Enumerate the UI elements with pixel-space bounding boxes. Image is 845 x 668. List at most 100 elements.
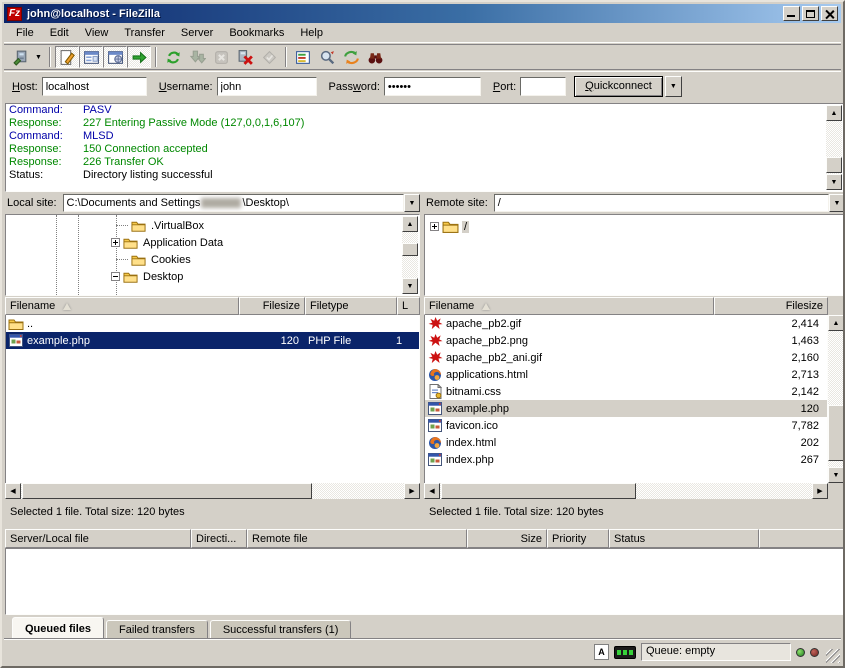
column-header-server-local-file[interactable]: Server/Local file [5,529,191,548]
column-header-filename[interactable]: Filename [5,297,239,315]
refresh-button[interactable] [161,46,185,68]
column-header-filename[interactable]: Filename [424,297,714,315]
file-row-selected[interactable]: example.php 120 [425,400,827,417]
tree-item-application-data[interactable]: Application Data [111,234,225,251]
scroll-up-icon[interactable]: ▲ [402,216,418,232]
collapse-minus-icon[interactable] [111,272,120,281]
queue-tabs: Queued files Failed transfers Successful… [4,617,841,640]
tree-item-root[interactable]: / [430,218,469,235]
file-row[interactable]: favicon.ico 7,782 [425,417,827,434]
disconnect-button[interactable] [233,46,257,68]
expand-plus-icon[interactable] [430,222,439,231]
find-files-button[interactable] [363,46,387,68]
menu-edit[interactable]: Edit [42,25,77,41]
site-manager-button[interactable] [8,46,32,68]
log-line: Response:226 Transfer OK [6,156,843,169]
toggle-local-tree-button[interactable] [79,46,103,68]
file-row[interactable]: apache_pb2_ani.gif 2,160 [425,349,827,366]
local-tree-scrollbar[interactable]: ▲ ▼ [402,216,418,294]
remote-list-vscrollbar[interactable]: ▲ ▼ [828,315,845,483]
file-row[interactable]: applications.html 2,713 [425,366,827,383]
local-path-dropdown-button[interactable]: ▼ [404,194,420,212]
column-header-filesize[interactable]: Filesize [239,297,305,315]
cancel-operation-button[interactable] [209,46,233,68]
folder-icon [442,220,459,233]
scrollbar-thumb[interactable] [826,157,842,173]
local-list-header: Filename Filesize Filetype L [5,297,420,315]
directory-comparison-button[interactable] [315,46,339,68]
scroll-left-icon[interactable]: ◀ [424,483,440,499]
scroll-down-icon[interactable]: ▼ [826,174,842,190]
host-input[interactable] [42,77,147,96]
file-row[interactable]: apache_pb2.gif 2,414 [425,315,827,332]
scrollbar-thumb[interactable] [441,483,636,499]
column-header-filesize[interactable]: Filesize [714,297,828,315]
username-input[interactable] [217,77,317,96]
port-label: Port: [493,81,516,93]
column-header-last-modified[interactable]: L [397,297,420,315]
file-row[interactable]: index.html 202 [425,434,827,451]
column-header-size[interactable]: Size [467,529,547,548]
quickconnect-button[interactable]: Quickconnect [574,76,663,97]
site-manager-dropdown-button[interactable]: ▼ [32,46,45,68]
file-row-parent-dir[interactable]: .. [6,315,419,332]
binoculars-icon [367,49,384,66]
menu-bookmarks[interactable]: Bookmarks [221,25,292,41]
expand-plus-icon[interactable] [111,238,120,247]
column-header-filetype[interactable]: Filetype [305,297,397,315]
scroll-down-icon[interactable]: ▼ [402,278,418,294]
reconnect-button[interactable] [257,46,281,68]
scroll-right-icon[interactable]: ▶ [404,483,420,499]
column-header-empty [759,529,844,548]
file-row[interactable]: bitnami.css 2,142 [425,383,827,400]
column-header-priority[interactable]: Priority [547,529,609,548]
remote-path-combo[interactable]: / [494,194,829,212]
password-input[interactable] [384,77,481,96]
remote-path-dropdown-button[interactable]: ▼ [829,194,845,212]
file-row[interactable]: apache_pb2.png 1,463 [425,332,827,349]
speed-limits-icon[interactable] [614,646,636,659]
scroll-right-icon[interactable]: ▶ [812,483,828,499]
column-header-remote-file[interactable]: Remote file [247,529,467,548]
menu-view[interactable]: View [77,25,117,41]
local-path-combo[interactable]: C:\Documents and Settings\Desktop\ [63,194,404,212]
toggle-remote-tree-button[interactable] [103,46,127,68]
log-scrollbar[interactable]: ▲ ▼ [826,105,842,190]
maximize-button[interactable] [802,6,819,21]
port-input[interactable] [520,77,566,96]
menu-transfer[interactable]: Transfer [116,25,173,41]
column-header-status[interactable]: Status [609,529,759,548]
tree-item-desktop[interactable]: Desktop [111,268,185,285]
toggle-transfer-queue-button[interactable] [127,46,151,68]
tab-successful-transfers[interactable]: Successful transfers (1) [210,620,352,639]
scrollbar-thumb[interactable] [828,405,844,461]
scroll-up-icon[interactable]: ▲ [828,315,844,331]
column-header-direction[interactable]: Directi... [191,529,247,548]
file-row-selected[interactable]: example.php 120 PHP File 1 [6,332,419,349]
scroll-left-icon[interactable]: ◀ [5,483,21,499]
tab-queued-files[interactable]: Queued files [12,617,104,639]
directory-filters-button[interactable] [291,46,315,68]
local-list-hscrollbar[interactable]: ◀ ▶ [5,483,420,499]
data-type-ascii-icon[interactable]: A [594,644,609,660]
tab-failed-transfers[interactable]: Failed transfers [106,620,208,639]
scrollbar-thumb[interactable] [22,483,312,499]
file-row[interactable]: index.php 267 [425,451,827,468]
toggle-message-log-button[interactable] [55,46,79,68]
synchronized-browsing-button[interactable] [339,46,363,68]
scroll-down-icon[interactable]: ▼ [828,467,844,483]
scroll-up-icon[interactable]: ▲ [826,105,842,121]
status-bar: A Queue: empty [4,638,841,664]
menu-help[interactable]: Help [292,25,331,41]
remote-list-hscrollbar[interactable]: ◀ ▶ [424,483,828,499]
resize-grip[interactable] [826,649,840,663]
menu-file[interactable]: File [8,25,42,41]
tree-item-virtualbox[interactable]: .VirtualBox [116,217,206,234]
process-queue-button[interactable] [185,46,209,68]
scrollbar-thumb[interactable] [402,243,418,256]
minimize-button[interactable] [783,6,800,21]
close-button[interactable] [821,6,838,21]
quickconnect-dropdown-button[interactable]: ▼ [665,76,682,97]
tree-item-cookies[interactable]: Cookies [116,251,193,268]
menu-server[interactable]: Server [173,25,221,41]
